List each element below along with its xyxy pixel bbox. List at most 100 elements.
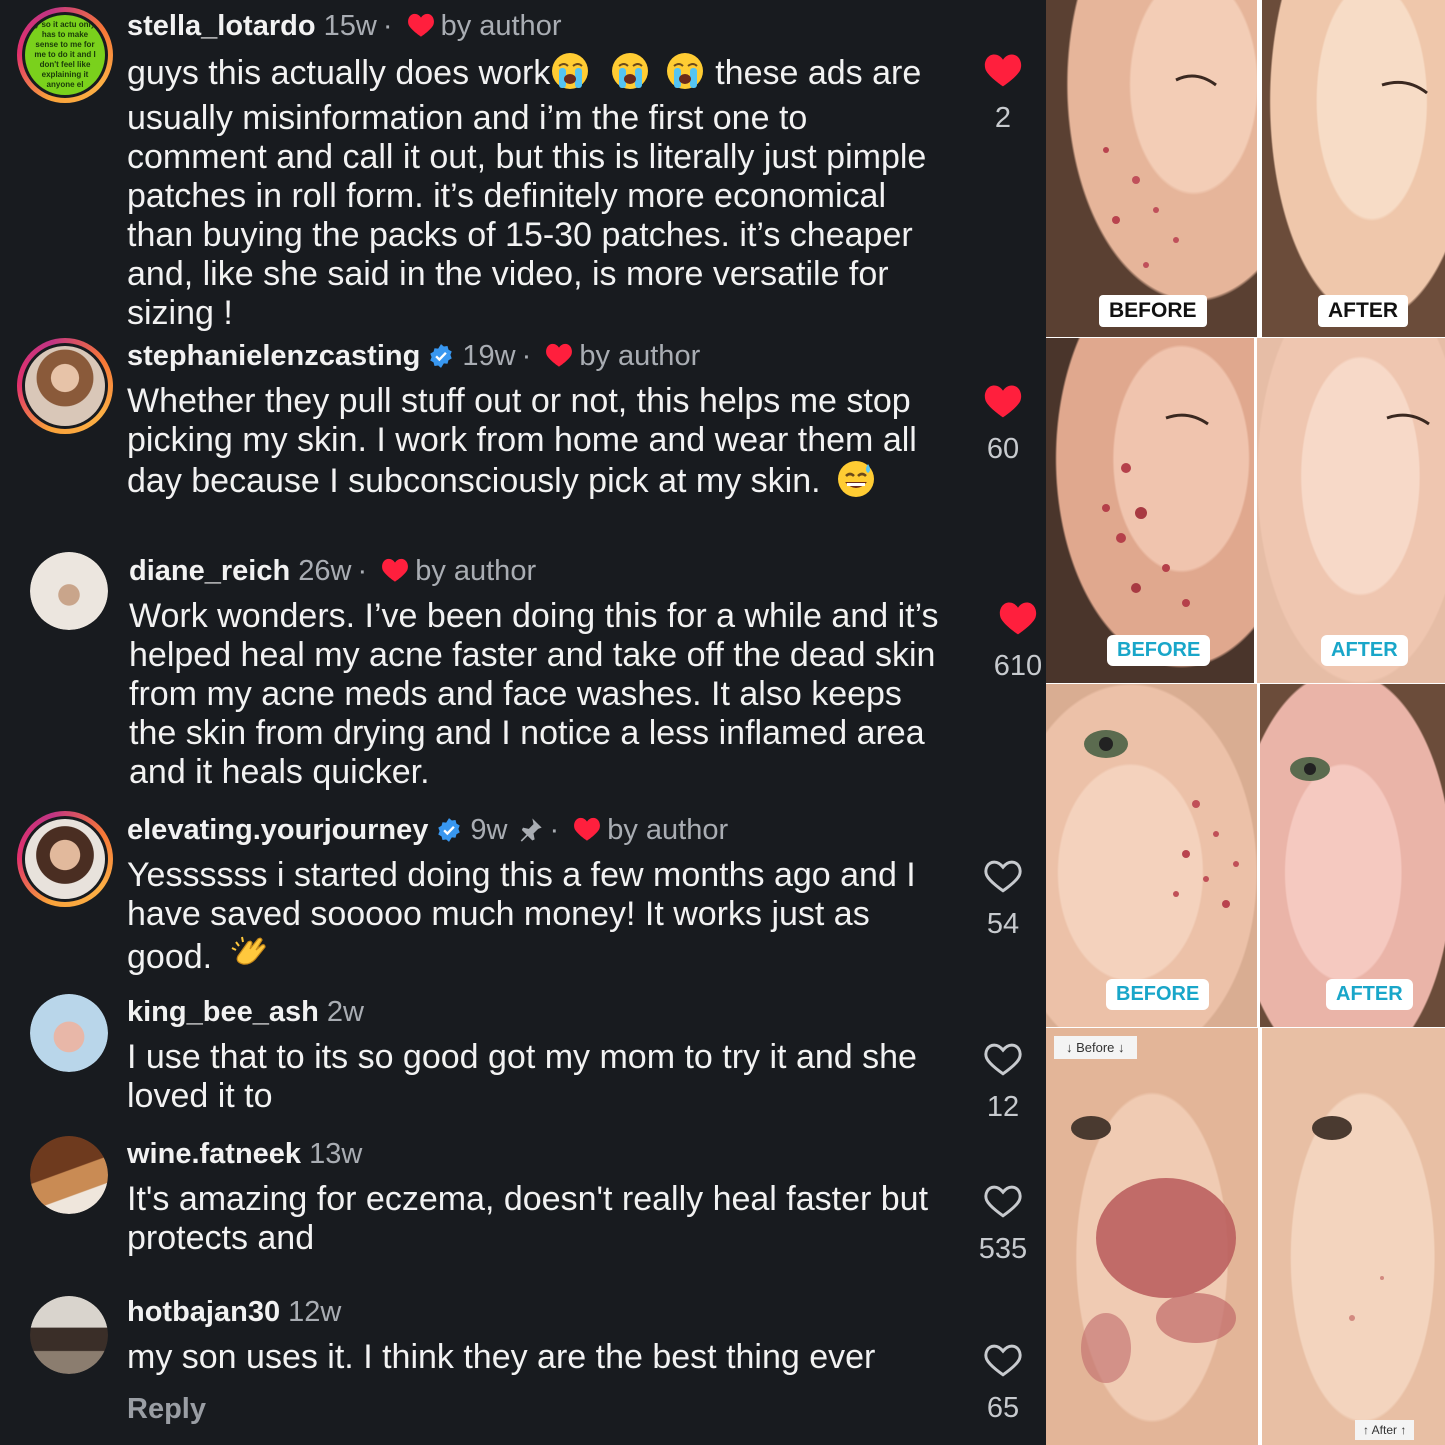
avatar[interactable]: [30, 1136, 108, 1214]
username[interactable]: diane_reich: [129, 555, 290, 587]
comment-text: I use that to its so good got my mom to …: [127, 1038, 917, 1115]
liked-by-author-label: by author: [579, 340, 701, 372]
acne-spots: [1103, 74, 1217, 268]
verified-badge-icon: [430, 344, 453, 368]
loudly-crying-emoji: [610, 52, 650, 99]
avatar[interactable]: [17, 338, 113, 434]
username[interactable]: stephanielenzcasting: [127, 340, 420, 372]
like-button[interactable]: 12: [975, 1041, 1031, 1124]
timestamp: 2w: [326, 996, 364, 1028]
comment-meta: stella_lotardo 15w · by author: [127, 10, 562, 42]
face-features: [1381, 80, 1428, 95]
before-photo: BEFORE: [1046, 684, 1257, 1027]
after-photo: AFTER: [1257, 338, 1445, 683]
username[interactable]: hotbajan30: [127, 1296, 280, 1328]
username[interactable]: stella_lotardo: [127, 10, 316, 42]
before-photo: BEFORE: [1046, 338, 1254, 683]
after-photo: ↑ After ↑: [1262, 1028, 1445, 1445]
heart-icon: [984, 385, 1022, 418]
comment-meta: hotbajan30 12w: [127, 1294, 947, 1330]
loudly-crying-emoji: [550, 52, 594, 99]
like-count: 65: [986, 1392, 1020, 1424]
heart-icon: [984, 54, 1022, 87]
like-count: 60: [986, 433, 1020, 465]
after-label: AFTER: [1321, 635, 1408, 666]
pin-icon: [520, 818, 542, 842]
before-label: ↓ Before ↓: [1054, 1036, 1137, 1059]
liked-by-author-label: by author: [607, 814, 729, 846]
like-button[interactable]: 60: [975, 383, 1031, 466]
acne-spots: [1084, 730, 1239, 908]
comment-text: my son uses it. I think they are the bes…: [127, 1338, 876, 1376]
before-after-gallery: BEFORE AFTER BEFORE AFTER BEFORE AFTER ↓…: [1046, 0, 1445, 1445]
timestamp: 13w: [309, 1138, 363, 1170]
like-button[interactable]: 2: [975, 52, 1031, 135]
heart-icon: [999, 602, 1037, 635]
comment-text: Work wonders. I’ve been doing this for a…: [129, 597, 939, 791]
like-count: 535: [978, 1233, 1028, 1265]
before-photo: ↓ Before ↓: [1046, 1028, 1258, 1445]
face-features: [1386, 413, 1430, 426]
after-photo: AFTER: [1262, 0, 1445, 337]
timestamp: 19w: [462, 340, 516, 372]
username[interactable]: king_bee_ash: [127, 996, 319, 1028]
comment-text: Whether they pull stuff out or not, this…: [127, 382, 947, 507]
comment-meta: king_bee_ash 2w: [127, 994, 947, 1030]
like-count: 610: [993, 650, 1043, 682]
avatar[interactable]: [30, 994, 108, 1072]
comment-text: Yessssss i started doing this a few mont…: [127, 856, 947, 983]
heart-outline-icon: [984, 1043, 1022, 1076]
reply-button[interactable]: Reply: [127, 1393, 206, 1426]
timestamp: 26w: [298, 555, 352, 587]
avatar-text: y so it actu only has to make sense to m…: [34, 20, 96, 89]
liked-by-author-label: by author: [440, 10, 562, 42]
like-button[interactable]: 54: [975, 858, 1031, 941]
before-label: BEFORE: [1099, 295, 1207, 327]
heart-outline-icon: [984, 1185, 1022, 1218]
like-button[interactable]: 535: [975, 1183, 1031, 1266]
face-features: [1312, 1116, 1384, 1321]
avatar[interactable]: [30, 1296, 108, 1374]
username[interactable]: elevating.yourjourney: [127, 814, 428, 846]
eczema-patch: [1071, 1116, 1236, 1383]
comment-meta: stephanielenzcasting 19w · by author: [127, 340, 701, 372]
heart-icon: [407, 13, 434, 37]
avatar[interactable]: [17, 811, 113, 907]
loudly-crying-emoji: [665, 52, 705, 99]
heart-outline-icon: [984, 860, 1022, 893]
heart-outline-icon: [984, 1344, 1022, 1377]
like-count: 54: [986, 908, 1020, 940]
like-count: 12: [986, 1091, 1020, 1123]
avatar[interactable]: y so it actu only has to make sense to m…: [17, 7, 113, 103]
face-features: [1290, 757, 1330, 781]
heart-icon: [574, 817, 601, 841]
username[interactable]: wine.fatneek: [127, 1138, 301, 1170]
timestamp: 9w: [470, 814, 508, 846]
grinning-sweat-emoji: [836, 460, 876, 507]
heart-icon: [546, 343, 573, 367]
after-label: AFTER: [1326, 979, 1413, 1010]
clapping-hands-emoji: [230, 934, 272, 983]
before-label: BEFORE: [1107, 635, 1211, 666]
avatar[interactable]: [30, 552, 108, 630]
before-photo: BEFORE: [1046, 0, 1257, 337]
before-label: BEFORE: [1106, 979, 1210, 1010]
timestamp: 12w: [288, 1296, 342, 1328]
after-label: AFTER: [1318, 295, 1408, 327]
comment-meta: diane_reich 26w · by author: [129, 555, 537, 587]
comment-text: It's amazing for eczema, doesn't really …: [127, 1180, 929, 1257]
timestamp: 15w: [323, 10, 377, 42]
comments-panel: y so it actu only has to make sense to m…: [0, 0, 1046, 1445]
after-label: ↑ After ↑: [1355, 1420, 1415, 1440]
like-count: 2: [994, 102, 1012, 134]
liked-by-author-label: by author: [415, 555, 537, 587]
like-button[interactable]: 65: [975, 1342, 1031, 1425]
heart-icon: [382, 558, 409, 582]
acne-spots: [1102, 413, 1209, 607]
comment-meta: elevating.yourjourney 9w · by author: [127, 814, 729, 846]
verified-badge-icon: [438, 818, 461, 842]
like-button[interactable]: 610: [990, 600, 1046, 683]
comment-text: guys this actually does work these ads a…: [127, 52, 927, 332]
after-photo: AFTER: [1260, 684, 1445, 1027]
comment-meta: wine.fatneek 13w: [127, 1136, 947, 1172]
